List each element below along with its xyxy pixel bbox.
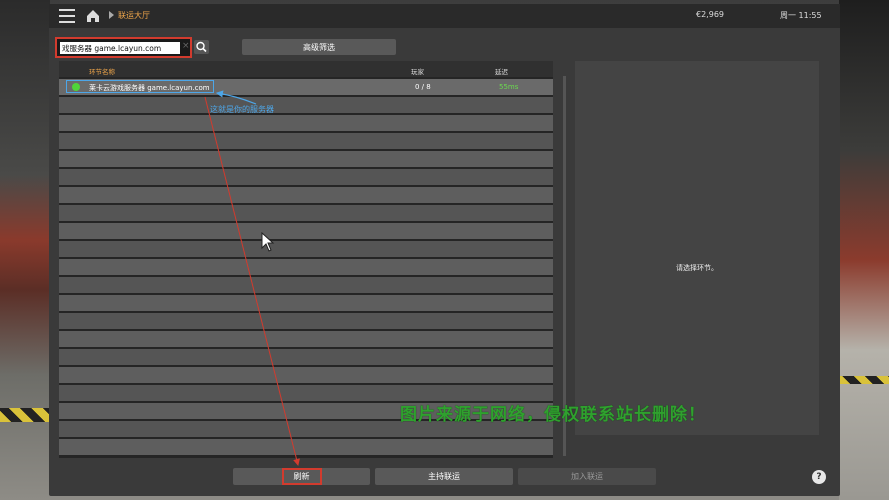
game-clock: 周一 11:55 — [780, 11, 822, 20]
join-convoy-button[interactable]: 加入联运 — [518, 468, 656, 485]
server-list: 环节名称 玩家 延迟 莱卡云游戏服务器 game.lcayun.com 0 / … — [59, 61, 553, 458]
background-left — [0, 0, 50, 500]
breadcrumb[interactable]: 联运大厅 — [118, 10, 150, 21]
hazard-stripe — [839, 376, 889, 384]
details-panel: 请选择环节。 — [575, 61, 819, 435]
server-players: 0 / 8 — [415, 83, 431, 91]
status-dot-icon — [72, 83, 80, 91]
background-right — [839, 0, 889, 500]
list-scrollbar[interactable] — [563, 76, 566, 456]
clear-icon[interactable]: × — [182, 41, 190, 51]
menu-icon[interactable] — [59, 9, 75, 23]
list-item[interactable] — [59, 313, 553, 329]
list-item[interactable] — [59, 277, 553, 293]
list-item[interactable] — [59, 259, 553, 275]
list-item[interactable] — [59, 187, 553, 203]
list-item[interactable] — [59, 349, 553, 365]
list-item[interactable] — [59, 115, 553, 131]
list-item[interactable] — [59, 295, 553, 311]
list-item[interactable] — [59, 439, 553, 455]
list-item[interactable] — [59, 331, 553, 347]
search-box: × — [55, 37, 192, 58]
advanced-filter-button[interactable]: 高级筛选 — [242, 39, 396, 55]
refresh-button-label: 刷新 — [281, 468, 322, 485]
list-item[interactable] — [59, 151, 553, 167]
host-convoy-button[interactable]: 主持联运 — [375, 468, 513, 485]
list-item[interactable] — [59, 241, 553, 257]
server-highlight: 莱卡云游戏服务器 game.lcayun.com — [66, 80, 214, 93]
search-input[interactable] — [60, 42, 180, 54]
chevron-right-icon — [109, 11, 114, 19]
list-item[interactable] — [59, 223, 553, 239]
list-header: 环节名称 玩家 延迟 — [59, 61, 553, 77]
list-item[interactable] — [59, 367, 553, 383]
column-header-ping[interactable]: 延迟 — [495, 66, 508, 76]
column-header-players[interactable]: 玩家 — [411, 66, 424, 76]
list-item[interactable] — [59, 97, 553, 113]
list-item[interactable] — [59, 169, 553, 185]
top-bar: 联运大厅 €2,969 周一 11:55 — [49, 4, 840, 28]
list-item[interactable] — [59, 385, 553, 401]
watermark: 图片来源于网络，侵权联系站长删除！ — [400, 405, 706, 425]
help-icon[interactable]: ? — [812, 470, 826, 484]
list-item[interactable] — [59, 133, 553, 149]
mouse-cursor-icon — [261, 232, 275, 252]
hazard-stripe — [0, 408, 50, 422]
server-name: 莱卡云游戏服务器 game.lcayun.com — [89, 84, 210, 92]
details-placeholder: 请选择环节。 — [676, 264, 718, 272]
money-display: €2,969 — [696, 10, 724, 19]
refresh-button[interactable]: 刷新 — [233, 468, 370, 485]
column-header-name[interactable]: 环节名称 — [89, 66, 115, 76]
list-item[interactable] — [59, 205, 553, 221]
server-ping: 55ms — [499, 83, 519, 91]
server-row[interactable]: 莱卡云游戏服务器 game.lcayun.com 0 / 8 55ms — [59, 79, 553, 95]
annotation-label: 这就是你的服务器 — [210, 105, 274, 114]
search-icon[interactable] — [194, 40, 209, 54]
home-icon[interactable] — [86, 9, 100, 23]
